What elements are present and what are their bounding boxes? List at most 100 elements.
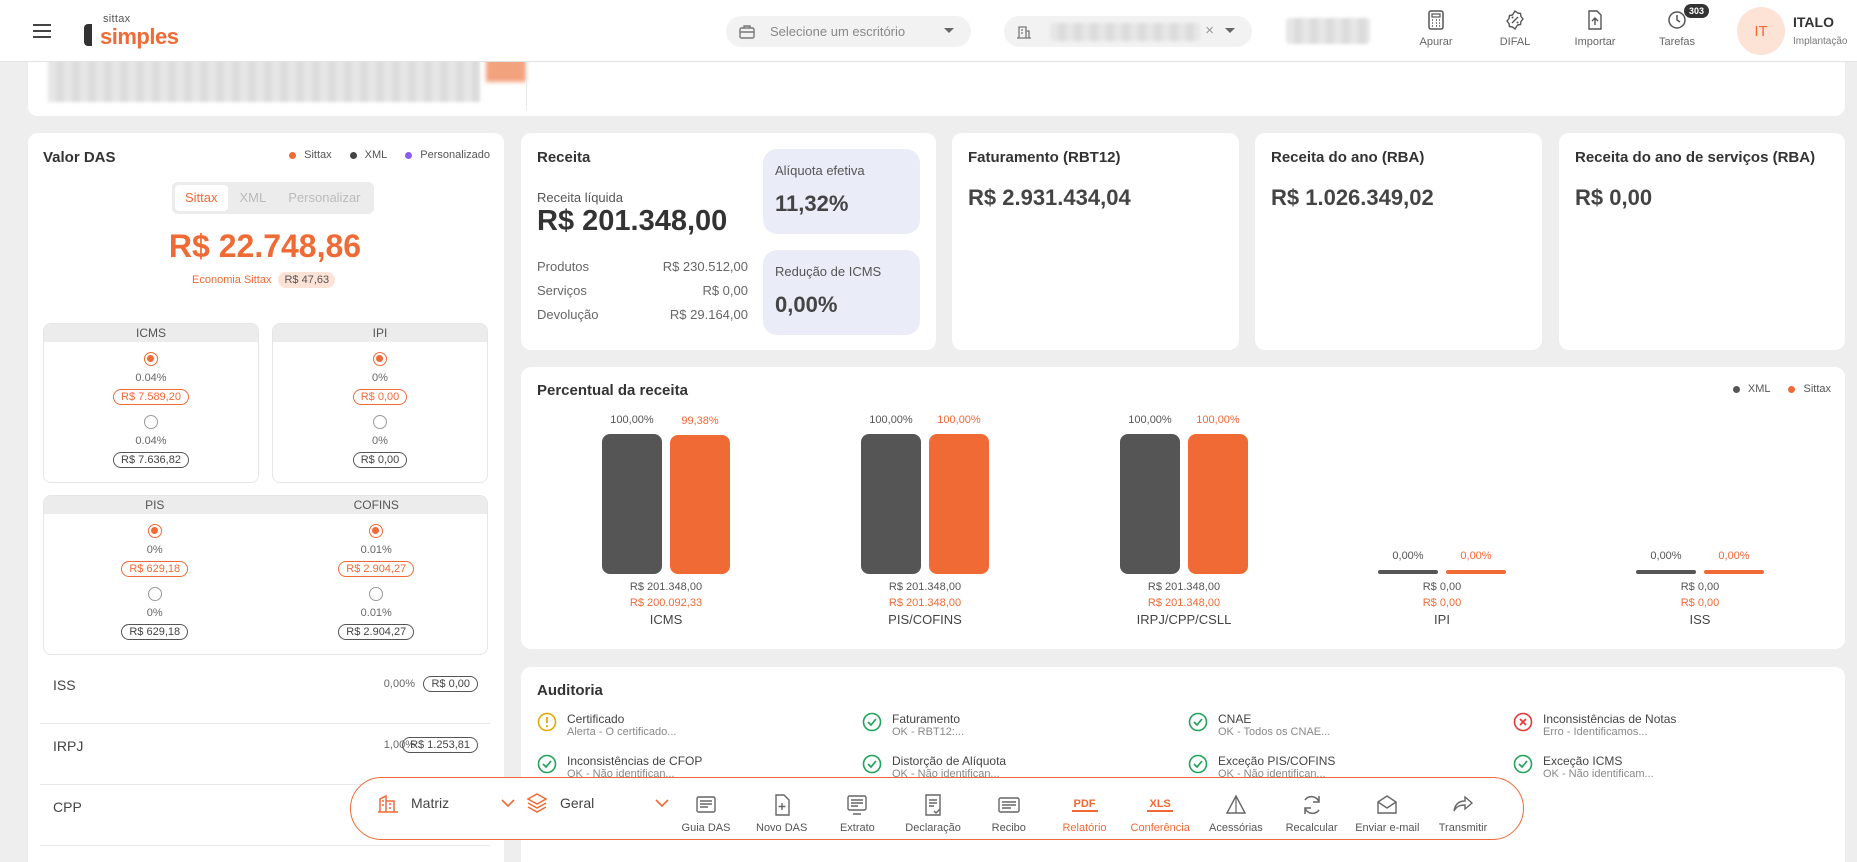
- bar-xml-2[interactable]: [1120, 434, 1180, 574]
- matriz-select[interactable]: Matriz: [377, 792, 515, 814]
- cofins-xml-radio[interactable]: [369, 587, 384, 601]
- bar-xml-1[interactable]: [861, 434, 921, 574]
- icms-xml-radio[interactable]: [144, 415, 158, 429]
- office-select[interactable]: Selecione um escritório: [726, 16, 971, 47]
- receita-liquida-value: R$ 201.348,00: [537, 205, 728, 237]
- top-bar: sittax simples Selecione um escritório ×…: [0, 0, 1857, 62]
- mail-icon: [1377, 795, 1397, 814]
- tarefas-button[interactable]: 303 Tarefas: [1642, 4, 1712, 48]
- recibo-button[interactable]: Recibo: [973, 792, 1045, 834]
- pis-header: PIS: [145, 498, 165, 512]
- bar-label: 0,00%: [1650, 550, 1682, 562]
- novo-das-button[interactable]: Novo DAS: [746, 792, 818, 834]
- receita-breakdown: Produtos R$ 230.512,00 Serviços R$ 0,00 De…: [537, 259, 748, 331]
- audit-item[interactable]: Certificado Alerta - O certificado...: [537, 712, 676, 738]
- guia-das-button[interactable]: Guia DAS: [670, 792, 742, 834]
- icms-sittax-radio[interactable]: [144, 352, 158, 366]
- sittax-amount: R$ 0,00: [1422, 597, 1462, 609]
- pis-sittax-radio[interactable]: [147, 524, 162, 538]
- bar-sittax-3[interactable]: [1446, 570, 1506, 574]
- relat-rio-button[interactable]: PDF Relatório: [1049, 792, 1121, 834]
- bar-sittax-0[interactable]: [670, 434, 730, 574]
- recalcular-button[interactable]: Recalcular: [1276, 792, 1348, 834]
- category-label: IRPJ/CPP/CSLL: [1136, 612, 1232, 627]
- enviar-e-mail-button[interactable]: Enviar e-mail: [1351, 792, 1423, 834]
- apurar-button[interactable]: Apurar: [1401, 10, 1471, 48]
- pis-xml-radio[interactable]: [147, 587, 162, 601]
- audit-item[interactable]: Faturamento OK - RBT12:...: [862, 712, 964, 738]
- cofins-xml-value: R$ 2.904,27: [338, 624, 415, 640]
- clear-icon[interactable]: ×: [1205, 22, 1214, 39]
- reducao-label: Redução de ICMS: [775, 264, 882, 279]
- audit-title: Distorção de Alíquota: [892, 754, 1007, 768]
- receita-title: Receita: [537, 149, 591, 166]
- declara-o-button[interactable]: Declaração: [897, 792, 969, 834]
- confer-ncia-button[interactable]: XLS Conferência: [1124, 792, 1196, 834]
- chart-plot-area: 100,00% 99,38% R$ 201.348,00 R$ 200.092,33 I…: [521, 367, 1845, 649]
- chevron-down-icon: [655, 799, 669, 807]
- tax-row-value: R$ 1.253,81: [402, 737, 478, 753]
- das-guide-icon: [696, 796, 716, 813]
- acess-rias-button[interactable]: Acessórias: [1200, 792, 1272, 834]
- sittax-amount: R$ 201.348,00: [888, 597, 962, 609]
- legend-xml: XML: [349, 149, 387, 161]
- cofins-sittax-radio[interactable]: [369, 524, 384, 538]
- transmitir-button[interactable]: Transmitir: [1427, 792, 1499, 834]
- das-total-value: R$ 22.748,86: [168, 228, 362, 264]
- bar-label: 0,00%: [1718, 550, 1750, 562]
- audit-item[interactable]: Exceção ICMS OK - Não identificam...: [1513, 754, 1654, 780]
- ipi-sittax-radio[interactable]: [373, 352, 387, 366]
- bar-xml-0[interactable]: [602, 434, 662, 574]
- kpi-value: R$ 0,00: [1575, 185, 1653, 210]
- receita-liquida-label: Receita líquida: [537, 190, 623, 205]
- percentual-receita-card: Percentual da receita XML Sittax 100,00%…: [521, 367, 1845, 649]
- aliquota-efetiva-card: Alíquota efetiva 11,32%: [763, 149, 920, 234]
- extrato-button[interactable]: Extrato: [821, 792, 893, 834]
- calculator-icon: [1428, 10, 1444, 30]
- check-circle-icon: [1188, 712, 1208, 738]
- xls-icon: XLS: [1147, 798, 1173, 812]
- menu-icon[interactable]: [31, 20, 53, 42]
- icms-xml-value: R$ 7.636,82: [113, 452, 189, 468]
- sittax-logo[interactable]: sittax simples: [84, 10, 194, 50]
- audit-item[interactable]: Inconsistências de Notas Erro - Identific…: [1513, 712, 1676, 738]
- tab-sittax[interactable]: Sittax: [175, 185, 228, 211]
- action-label: Transmitir: [1438, 822, 1488, 834]
- user-role: Implantação: [1793, 36, 1848, 47]
- sittax-amount: R$ 201.348,00: [1147, 597, 1221, 609]
- bar-xml-4[interactable]: [1636, 570, 1696, 574]
- briefcase-icon: [739, 24, 755, 39]
- geral-select[interactable]: Geral: [526, 792, 669, 814]
- valor-das-title: Valor DAS: [43, 149, 116, 166]
- bar-label: 100,00%: [610, 414, 654, 426]
- audit-item[interactable]: CNAE OK - Todos os CNAE...: [1188, 712, 1330, 738]
- audit-title: Inconsistências de Notas: [1543, 712, 1677, 726]
- audit-title: Exceção ICMS: [1543, 754, 1623, 768]
- importar-button[interactable]: Importar: [1560, 10, 1630, 48]
- declaration-icon: [925, 794, 941, 816]
- difal-button[interactable]: DIFAL: [1480, 10, 1550, 48]
- ipi-xml-value: R$ 0,00: [352, 452, 408, 468]
- avatar[interactable]: IT: [1737, 7, 1785, 55]
- category-label: IPI: [1434, 612, 1450, 627]
- tax-row-pct: 0,00%: [383, 678, 415, 690]
- das-source-tabs: Sittax XML Personalizar: [172, 182, 374, 214]
- bar-sittax-1[interactable]: [929, 434, 989, 574]
- audit-title: Faturamento: [892, 712, 961, 726]
- bar-xml-3[interactable]: [1378, 570, 1438, 574]
- category-label: ICMS: [649, 612, 683, 627]
- action-label: Conferência: [1130, 822, 1190, 834]
- company-select[interactable]: ×: [1004, 16, 1252, 47]
- user-name[interactable]: ITALO: [1793, 14, 1834, 30]
- cofins-sittax-value: R$ 2.904,27: [338, 561, 415, 577]
- ipi-xml-radio[interactable]: [373, 415, 387, 429]
- tab-xml[interactable]: XML: [230, 185, 277, 211]
- audit-title: Certificado: [567, 712, 625, 726]
- triangle-icon: [1225, 794, 1247, 814]
- audit-status: OK - Não identificam...: [1543, 768, 1654, 780]
- bar-sittax-2[interactable]: [1188, 434, 1248, 574]
- icms-header: ICMS: [136, 326, 166, 340]
- bar-sittax-4[interactable]: [1704, 570, 1764, 574]
- valor-das-card: Valor DAS Sittax XML Personalizado Sitta…: [28, 133, 504, 862]
- tab-personalizar[interactable]: Personalizar: [278, 185, 370, 211]
